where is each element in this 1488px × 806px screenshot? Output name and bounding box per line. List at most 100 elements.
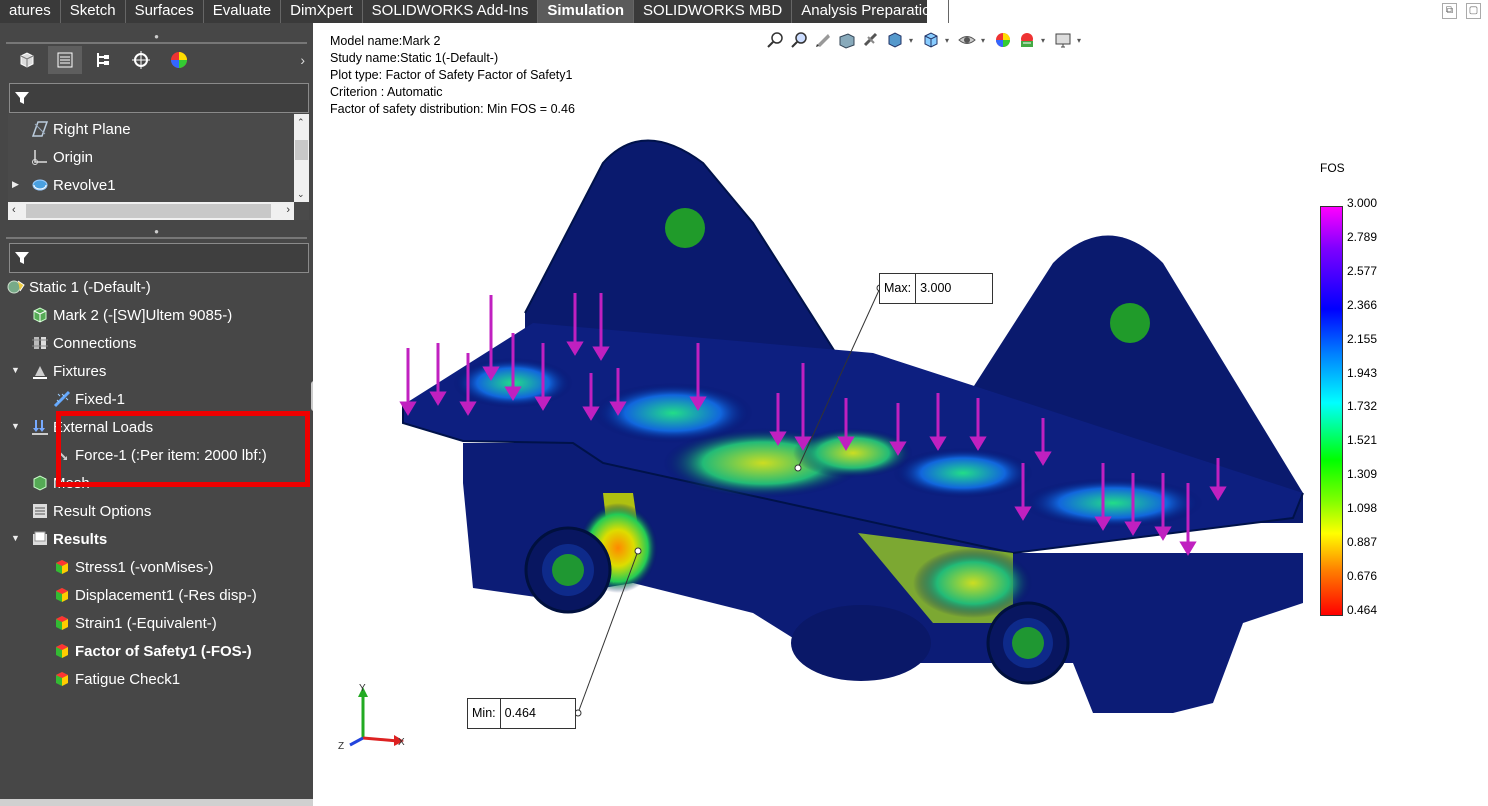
legend-tick-label: 3.000 <box>1347 196 1378 210</box>
min-callout: Min: 0.464 <box>467 698 576 729</box>
graphics-area[interactable]: Model name:Mark 2 Study name:Static 1(-D… <box>313 23 1488 806</box>
mesh-icon <box>30 473 50 493</box>
legend-title: FOS <box>1320 161 1345 175</box>
plot-icon <box>52 669 72 689</box>
legend-tick-label: 0.464 <box>1347 602 1378 617</box>
tree-item-fatigue-check1[interactable]: Fatigue Check1 <box>52 666 180 692</box>
scroll-thumb[interactable] <box>26 204 271 218</box>
feature-manager-tabs: › <box>6 46 307 76</box>
tree-item-stress1[interactable]: Stress1 (-vonMises-) <box>52 554 213 580</box>
revolve-icon <box>30 175 50 195</box>
study-icon <box>6 277 26 297</box>
collapse-icon[interactable]: ▼ <box>11 533 20 543</box>
tab-evaluate[interactable]: Evaluate <box>204 0 282 23</box>
tree-item-connections[interactable]: Connections <box>30 330 136 356</box>
left-panel: ● › Right Plane Origin ▶ Revolve1 ⌃ ⌄ ‹ … <box>0 23 318 806</box>
connections-icon <box>30 333 50 353</box>
plot-icon <box>52 585 72 605</box>
chevron-right-icon[interactable]: › <box>286 204 290 216</box>
origin-icon <box>30 147 50 167</box>
chevron-right-icon[interactable]: › <box>300 52 305 68</box>
configuration-manager-icon[interactable] <box>86 46 120 74</box>
plot-icon <box>52 641 72 661</box>
plane-icon <box>30 119 50 139</box>
maximize-icon[interactable]: ▢ <box>1466 3 1481 19</box>
legend-tick-label: 0.887 <box>1347 535 1378 549</box>
scroll-thumb[interactable] <box>295 140 308 160</box>
tab-features[interactable]: atures <box>0 0 61 23</box>
axis-triad: Y X Z <box>338 683 405 752</box>
splitter-grip[interactable]: ● <box>0 33 313 41</box>
tree-item-origin[interactable]: Origin <box>30 144 93 170</box>
result-options-icon <box>30 501 50 521</box>
tree-item-right-plane[interactable]: Right Plane <box>30 116 131 142</box>
horizontal-scrollbar[interactable]: ‹ › <box>8 202 294 220</box>
part-mesh-icon <box>30 305 50 325</box>
chevron-up-icon[interactable]: ⌃ <box>297 117 305 128</box>
legend-tick-label: 2.789 <box>1347 229 1378 244</box>
legend-tick-label: 1.521 <box>1347 433 1378 448</box>
triad-z-label: Z <box>338 741 344 752</box>
legend-tick-label: 0.676 <box>1347 568 1378 583</box>
chevron-left-icon[interactable]: ‹ <box>12 204 16 216</box>
collapse-icon[interactable]: ▼ <box>11 421 20 431</box>
max-callout: Max: 3.000 <box>879 273 993 304</box>
tree-item-factor-of-safety1[interactable]: Factor of Safety1 (-FOS-) <box>52 638 252 664</box>
triad-x-label: X <box>398 737 405 748</box>
tree-item-results[interactable]: Results <box>30 526 107 552</box>
red-highlight-box <box>56 411 310 487</box>
simulation-filter-input[interactable] <box>9 243 309 273</box>
feature-tree: Right Plane Origin ▶ Revolve1 ⌃ ⌄ ‹ › <box>8 114 309 220</box>
legend-tick-label: 1.309 <box>1347 467 1378 482</box>
tree-item-fixtures[interactable]: Fixtures <box>30 358 106 384</box>
fixtures-icon <box>30 361 50 381</box>
tab-solidworks-addins[interactable]: SOLIDWORKS Add-Ins <box>363 0 539 23</box>
feature-manager-icon[interactable] <box>10 46 44 74</box>
tree-item-study[interactable]: Static 1 (-Default-) <box>6 274 151 300</box>
splitter-grip[interactable]: ● <box>0 228 313 236</box>
divider <box>6 42 307 44</box>
tab-dimxpert[interactable]: DimXpert <box>281 0 363 23</box>
triad-y-label: Y <box>359 683 366 694</box>
display-manager-icon[interactable] <box>162 46 196 74</box>
fos-model-render <box>399 139 1304 717</box>
tree-item-displacement1[interactable]: Displacement1 (-Res disp-) <box>52 582 257 608</box>
status-strip <box>0 799 313 806</box>
legend-tick-label: 1.943 <box>1347 365 1378 380</box>
legend-tick-label: 1.098 <box>1347 501 1378 516</box>
model-body <box>402 139 1304 713</box>
expand-icon[interactable]: ▶ <box>12 179 19 190</box>
tab-solidworks-mbd[interactable]: SOLIDWORKS MBD <box>634 0 793 23</box>
property-manager-icon[interactable] <box>48 46 82 74</box>
filter-icon <box>15 92 29 104</box>
tab-simulation[interactable]: Simulation <box>538 0 635 23</box>
tab-surfaces[interactable]: Surfaces <box>126 0 204 23</box>
external-loads-icon <box>30 417 50 437</box>
tab-sketch[interactable]: Sketch <box>61 0 126 23</box>
results-folder-icon <box>30 529 50 549</box>
collapse-icon[interactable]: ▼ <box>11 365 20 375</box>
tree-item-result-options[interactable]: Result Options <box>30 498 151 524</box>
window-buttons: ⧉ ▢ <box>1438 0 1488 22</box>
legend-tick-label: 2.366 <box>1347 297 1378 312</box>
tree-item-strain1[interactable]: Strain1 (-Equivalent-) <box>52 610 217 636</box>
plot-icon <box>52 557 72 577</box>
tree-item-revolve1[interactable]: Revolve1 <box>30 172 116 198</box>
tree-item-fixed-1[interactable]: Fixed-1 <box>52 386 125 412</box>
legend-tick-label: 2.155 <box>1347 331 1378 346</box>
dimxpert-manager-icon[interactable] <box>124 46 158 74</box>
fixed-geometry-icon <box>52 389 72 409</box>
plot-icon <box>52 613 72 633</box>
legend-color-bar <box>1320 206 1343 616</box>
restore-icon[interactable]: ⧉ <box>1442 3 1457 19</box>
chevron-down-icon[interactable]: ⌄ <box>297 189 305 200</box>
divider <box>6 237 307 239</box>
legend-tick-label: 1.732 <box>1347 399 1378 414</box>
tab-analysis-preparation[interactable]: Analysis Preparation <box>792 0 949 23</box>
legend-tick-label: 2.577 <box>1347 263 1378 278</box>
tree-item-part[interactable]: Mark 2 (-[SW]Ultem 9085-) <box>30 302 232 328</box>
vertical-scrollbar[interactable]: ⌃ ⌄ <box>294 114 309 202</box>
filter-icon <box>15 252 29 264</box>
filter-input[interactable] <box>9 83 309 113</box>
command-manager-tabs: atures Sketch Surfaces Evaluate DimXpert… <box>0 0 949 23</box>
